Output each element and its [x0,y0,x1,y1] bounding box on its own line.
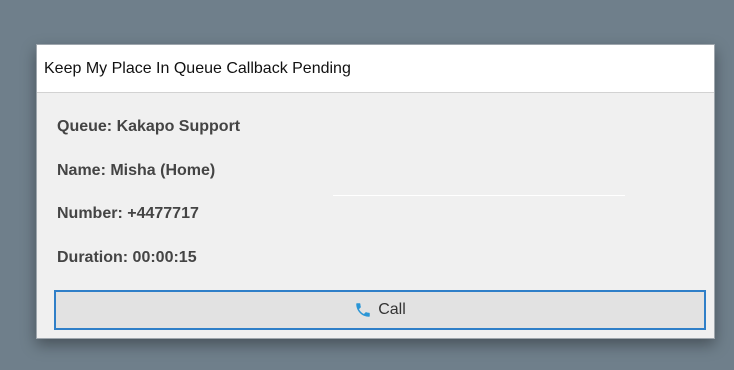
phone-icon [354,301,372,319]
queue-label: Queue: Kakapo Support [57,118,241,135]
callback-pending-dialog: Keep My Place In Queue Callback Pending … [36,44,715,339]
caller-number-label: Number: +4477717 [57,205,199,222]
dialog-title: Keep My Place In Queue Callback Pending [44,60,351,77]
call-button[interactable]: Call [54,290,706,330]
dialog-titlebar: Keep My Place In Queue Callback Pending [37,45,714,93]
call-duration-label: Duration: 00:00:15 [57,249,197,266]
call-button-label: Call [378,301,406,318]
caller-name-label: Name: Misha (Home) [57,162,216,179]
divider [333,195,625,196]
